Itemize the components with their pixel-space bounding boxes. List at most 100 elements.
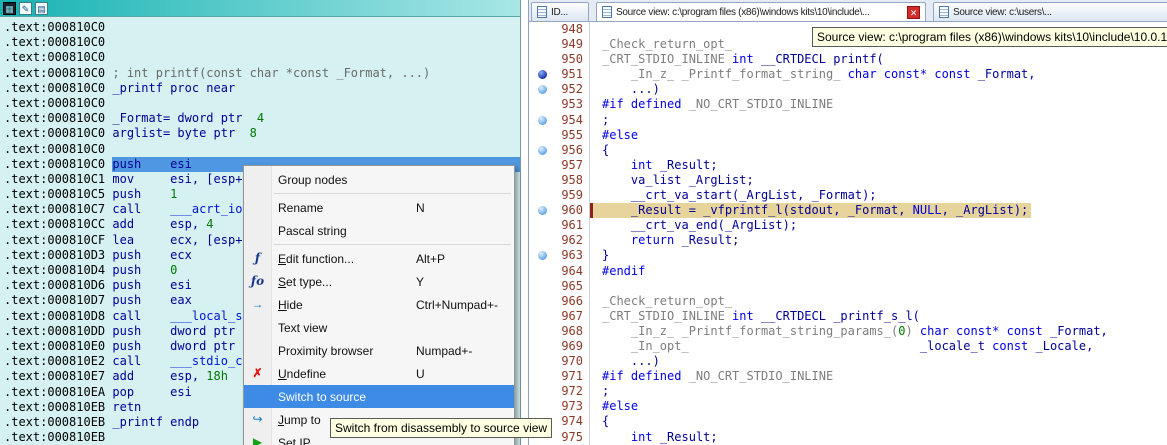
- disasm-address: .text:000810D6: [4, 278, 113, 293]
- address-dot: [529, 145, 555, 155]
- source-line[interactable]: 957 int _Result;: [529, 157, 1167, 173]
- disasm-line[interactable]: .text:000810C0: [4, 96, 520, 111]
- disasm-address: .text:000810D7: [4, 293, 113, 308]
- source-line[interactable]: 972;: [529, 384, 1167, 400]
- source-line[interactable]: 973 #else: [529, 399, 1167, 415]
- disasm-line[interactable]: .text:000810C0 arglist= byte ptr 8: [4, 126, 520, 141]
- source-line[interactable]: 961 __crt_va_end(_ArgList);: [529, 218, 1167, 234]
- tab-ida-view[interactable]: ID...: [531, 2, 589, 21]
- source-line[interactable]: 954;: [529, 112, 1167, 128]
- source-line[interactable]: 951 _In_z_ _Printf_format_string_ char c…: [529, 67, 1167, 83]
- disasm-address: .text:000810C0: [4, 35, 113, 50]
- current-address-dot: [529, 70, 555, 80]
- disasm-address: .text:000810E7: [4, 369, 113, 384]
- source-line[interactable]: 960 _Result = _vfprintf_l(stdout, _Forma…: [529, 203, 1167, 219]
- disasm-address: .text:000810DD: [4, 323, 113, 338]
- source-line[interactable]: 974{: [529, 414, 1167, 430]
- source-line[interactable]: 952 ...): [529, 82, 1167, 98]
- disasm-address: .text:000810C0: [4, 65, 113, 80]
- tab-label: ID...: [551, 6, 568, 18]
- disasm-address: .text:000810EA: [4, 384, 113, 399]
- line-number: 965: [561, 278, 583, 293]
- source-line[interactable]: 959 __crt_va_start(_ArgList, _Format);: [529, 188, 1167, 204]
- line-number: 950: [561, 52, 583, 67]
- jump-icon: ↪: [252, 412, 263, 426]
- source-line[interactable]: 966 _Check_return_opt_: [529, 293, 1167, 309]
- source-line[interactable]: 971 #if defined _NO_CRT_STDIO_INLINE: [529, 369, 1167, 385]
- source-line[interactable]: 975 int _Result;: [529, 429, 1167, 445]
- document-icon: [537, 6, 547, 18]
- menu-item-label: Edit function...: [278, 251, 355, 266]
- document-icon: [939, 6, 949, 18]
- disasm-address: .text:000810EB: [4, 414, 113, 429]
- disasm-line[interactable]: .text:000810C0: [4, 35, 520, 50]
- menu-item-label: Undefine: [278, 366, 327, 381]
- menu-shortcut: N: [416, 200, 425, 215]
- line-number: 975: [561, 429, 583, 444]
- disasm-address: .text:000810C0: [4, 20, 113, 34]
- source-line[interactable]: 958 va_list _ArgList;: [529, 172, 1167, 189]
- source-line[interactable]: 963}: [529, 248, 1167, 264]
- disasm-address: .text:000810C0: [4, 111, 113, 126]
- line-number: 952: [561, 82, 583, 97]
- source-line[interactable]: 964 #endif: [529, 263, 1167, 279]
- source-line[interactable]: 956{: [529, 142, 1167, 158]
- source-line[interactable]: 955 #else: [529, 127, 1167, 143]
- disasm-address: .text:000810CF: [4, 232, 113, 247]
- menu-item-pascal-string[interactable]: Pascal string: [244, 219, 514, 242]
- disasm-line[interactable]: .text:000810C0: [4, 142, 520, 157]
- set-type-icon: ƒo: [250, 274, 265, 288]
- menu-item-undefine[interactable]: ✗ Undefine U: [244, 362, 514, 385]
- menu-item-edit-function[interactable]: ƒ Edit function... Alt+P: [244, 247, 514, 270]
- undefine-icon: ✗: [252, 366, 263, 380]
- source-line[interactable]: 953 #if defined _NO_CRT_STDIO_INLINE: [529, 97, 1167, 113]
- line-number: 970: [561, 354, 583, 369]
- disasm-line[interactable]: .text:000810C0 _Format= dword ptr 4: [4, 111, 520, 126]
- source-line[interactable]: 970 ...): [529, 354, 1167, 370]
- disasm-line[interactable]: .text:000810C0: [4, 20, 520, 35]
- menu-item-group-nodes[interactable]: Group nodes: [244, 168, 514, 191]
- line-number: 951: [561, 67, 583, 82]
- line-number: 966: [561, 293, 583, 308]
- menu-item-text-view[interactable]: Text view: [244, 316, 514, 339]
- menu-item-hide[interactable]: → Hide Ctrl+Numpad+-: [244, 293, 514, 316]
- menu-shortcut: Y: [416, 274, 425, 289]
- source-line[interactable]: 967 _CRT_STDIO_INLINE int __CRTDECL _prin…: [529, 308, 1167, 324]
- source-view[interactable]: 948 949 _Check_return_opt_ 950 _CRT_STDIO_IN…: [529, 22, 1167, 445]
- view-icon[interactable]: ▤: [35, 1, 48, 15]
- disasm-line[interactable]: .text:000810C0 _printf proc near: [4, 81, 520, 96]
- menu-item-switch-to-source[interactable]: Switch to source: [244, 385, 514, 408]
- disasm-address: .text:000810E2: [4, 354, 113, 369]
- source-line[interactable]: 969 _In_opt_ _locale_t const _Locale,: [529, 338, 1167, 355]
- source-line[interactable]: 968 _In_z_ _Printf_format_string_params_…: [529, 323, 1167, 339]
- source-line[interactable]: 965: [529, 278, 1167, 294]
- disasm-address: .text:000810D4: [4, 263, 113, 277]
- menu-shortcut: U: [416, 366, 425, 381]
- tab-source-view-include[interactable]: Source view: c:\program files (x86)\wind…: [596, 2, 926, 21]
- disasm-address: .text:000810C7: [4, 202, 113, 217]
- line-number: 971: [561, 369, 583, 384]
- disasm-line[interactable]: .text:000810C0 ; int printf(const char *…: [4, 66, 520, 81]
- disasm-address: .text:000810EB: [4, 430, 113, 445]
- disasm-address: .text:000810C1: [4, 171, 113, 186]
- menu-item-set-type[interactable]: ƒo Set type... Y: [244, 270, 514, 293]
- menu-item-label: Hide: [278, 297, 303, 312]
- edit-pencil-icon[interactable]: ✎: [19, 1, 32, 15]
- line-number: 967: [561, 308, 583, 323]
- hide-icon: →: [251, 297, 264, 311]
- line-number: 955: [561, 127, 583, 142]
- disasm-address: .text:000810C0: [4, 50, 113, 65]
- disasm-line[interactable]: .text:000810C0: [4, 50, 520, 65]
- app-icon: ▦: [3, 1, 16, 15]
- disasm-address: .text:000810C0: [4, 80, 113, 95]
- source-line[interactable]: 950 _CRT_STDIO_INLINE int __CRTDECL print…: [529, 52, 1167, 68]
- line-number: 974: [561, 414, 583, 429]
- close-tab-icon[interactable]: ✕: [907, 5, 920, 19]
- source-line[interactable]: 962 return _Result;: [529, 233, 1167, 249]
- menu-item-proximity-browser[interactable]: Proximity browser Numpad+-: [244, 339, 514, 362]
- tab-source-view-users[interactable]: Source view: c:\users\...: [933, 2, 1167, 21]
- menu-item-label: Set type...: [278, 274, 333, 289]
- address-dot: [529, 85, 555, 95]
- menu-item-rename[interactable]: Rename N: [244, 196, 514, 219]
- line-number: 972: [561, 384, 583, 399]
